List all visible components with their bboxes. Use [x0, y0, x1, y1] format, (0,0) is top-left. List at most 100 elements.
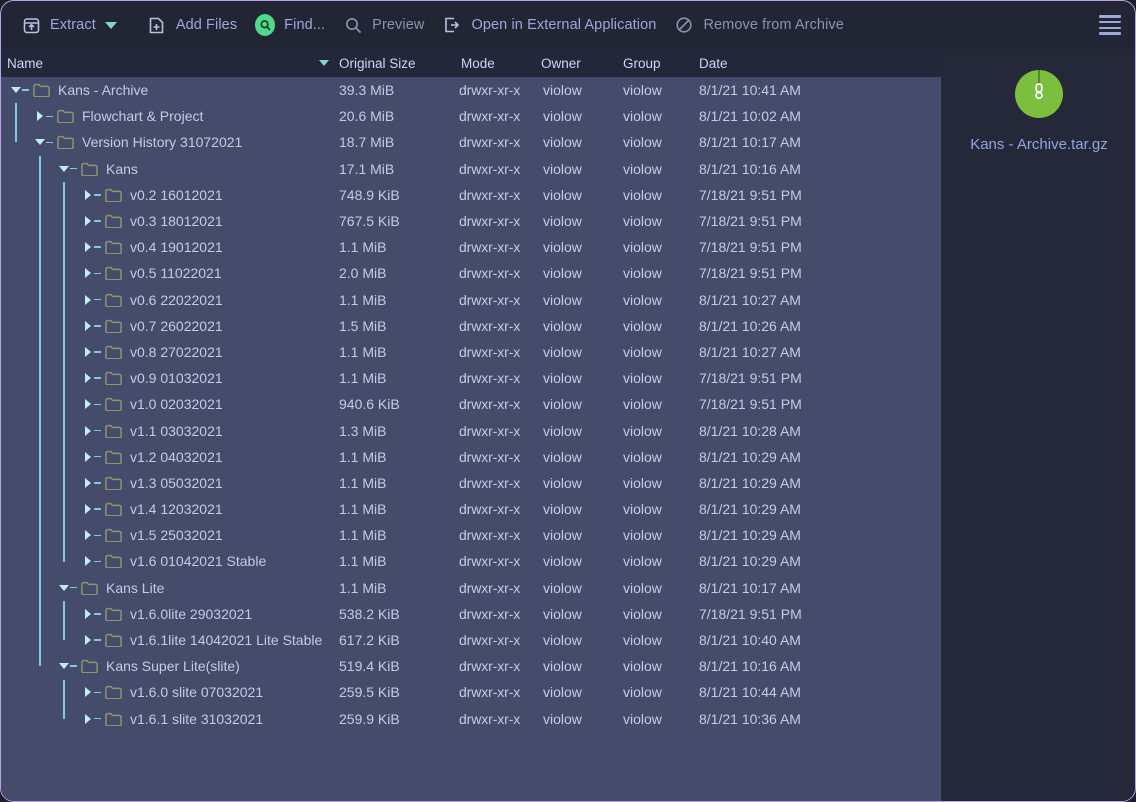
table-row[interactable]: v1.3 05032021 1.1 MiB drwxr-xr-x violow …: [1, 470, 941, 496]
table-row[interactable]: v1.0 02032021 940.6 KiB drwxr-xr-x violo…: [1, 391, 941, 417]
toolbar-button-preview[interactable]: Preview: [337, 9, 430, 41]
tree-expand-toggle[interactable]: [81, 706, 94, 732]
column-header-name[interactable]: Name: [7, 49, 43, 77]
row-name-cell[interactable]: v1.6.0 slite 07032021: [1, 679, 263, 705]
chevron-right-icon: [84, 399, 91, 410]
row-name-cell[interactable]: v0.8 27022021: [1, 339, 223, 365]
row-name-cell[interactable]: v1.3 05032021: [1, 470, 223, 496]
column-header-date[interactable]: Date: [699, 49, 728, 77]
row-name-cell[interactable]: Kans - Archive: [1, 77, 148, 103]
row-name-cell[interactable]: v0.2 16012021: [1, 182, 223, 208]
tree-expand-toggle[interactable]: [81, 182, 94, 208]
column-header-owner[interactable]: Owner: [541, 49, 581, 77]
tree-expand-toggle[interactable]: [81, 627, 94, 653]
table-row[interactable]: v0.2 16012021 748.9 KiB drwxr-xr-x violo…: [1, 182, 941, 208]
row-size-cell: 259.5 KiB: [339, 684, 400, 701]
row-name-cell[interactable]: Kans Super Lite(slite): [1, 653, 240, 679]
toolbar-button-open-in-external-application[interactable]: Open in External Application: [436, 9, 662, 41]
folder-icon: [79, 575, 99, 601]
table-row[interactable]: Version History 31072021 18.7 MiB drwxr-…: [1, 129, 941, 155]
tree-expand-toggle[interactable]: [81, 496, 94, 522]
tree-expand-toggle[interactable]: [81, 679, 94, 705]
row-name-cell[interactable]: Version History 31072021: [1, 129, 242, 155]
table-row[interactable]: v0.3 18012021 767.5 KiB drwxr-xr-x violo…: [1, 208, 941, 234]
column-header-mode[interactable]: Mode: [461, 49, 495, 77]
row-mode-cell: drwxr-xr-x: [459, 370, 521, 387]
row-name-cell[interactable]: v0.3 18012021: [1, 208, 223, 234]
table-row[interactable]: v0.4 19012021 1.1 MiB drwxr-xr-x violow …: [1, 234, 941, 260]
toolbar-button-add-files[interactable]: Add Files: [141, 9, 243, 41]
row-name-cell[interactable]: v1.4 12032021: [1, 496, 223, 522]
tree-expand-toggle[interactable]: [81, 470, 94, 496]
archive-gzip-icon-svg: [1015, 70, 1063, 118]
row-name-cell[interactable]: v1.0 02032021: [1, 391, 223, 417]
table-row[interactable]: Kans Lite 1.1 MiB drwxr-xr-x violow viol…: [1, 575, 941, 601]
row-name-cell[interactable]: v0.5 11022021: [1, 260, 222, 286]
tree-expand-toggle[interactable]: [81, 444, 94, 470]
tree-expand-toggle[interactable]: [81, 234, 94, 260]
table-row[interactable]: v0.6 22022021 1.1 MiB drwxr-xr-x violow …: [1, 287, 941, 313]
row-name-label: v0.6 22022021: [130, 291, 223, 308]
tree-expand-toggle[interactable]: [81, 313, 94, 339]
toolbar-button-find[interactable]: Find...: [249, 9, 331, 41]
table-row[interactable]: v1.4 12032021 1.1 MiB drwxr-xr-x violow …: [1, 496, 941, 522]
table-row[interactable]: v1.1 03032021 1.3 MiB drwxr-xr-x violow …: [1, 417, 941, 443]
tree-collapse-toggle[interactable]: [57, 156, 70, 182]
tree-expand-toggle[interactable]: [33, 103, 46, 129]
table-row[interactable]: v1.6.0 slite 07032021 259.5 KiB drwxr-xr…: [1, 679, 941, 705]
row-name-cell[interactable]: v1.6.1 slite 31032021: [1, 706, 263, 732]
table-row[interactable]: Kans 17.1 MiB drwxr-xr-x violow violow 8…: [1, 156, 941, 182]
row-name-cell[interactable]: v0.6 22022021: [1, 287, 223, 313]
table-row[interactable]: v1.6 01042021 Stable 1.1 MiB drwxr-xr-x …: [1, 548, 941, 574]
tree-expand-toggle[interactable]: [81, 417, 94, 443]
row-name-cell[interactable]: Flowchart & Project: [1, 103, 203, 129]
hamburger-menu-icon[interactable]: [1099, 15, 1121, 35]
row-name-cell[interactable]: v0.4 19012021: [1, 234, 223, 260]
row-name-cell[interactable]: v1.6.1lite 14042021 Lite Stable: [1, 627, 322, 653]
table-row[interactable]: v0.7 26022021 1.5 MiB drwxr-xr-x violow …: [1, 313, 941, 339]
tree-expand-toggle[interactable]: [81, 365, 94, 391]
column-header-group[interactable]: Group: [623, 49, 661, 77]
folder-icon: [103, 444, 123, 470]
table-row[interactable]: Flowchart & Project 20.6 MiB drwxr-xr-x …: [1, 103, 941, 129]
row-name-cell[interactable]: Kans: [1, 156, 138, 182]
row-name-cell[interactable]: v1.5 25032021: [1, 522, 223, 548]
tree-expand-toggle[interactable]: [81, 260, 94, 286]
row-size-cell: 1.1 MiB: [339, 370, 387, 387]
sort-descending-icon[interactable]: [319, 60, 329, 66]
row-name-cell[interactable]: v0.9 01032021: [1, 365, 223, 391]
table-row[interactable]: Kans - Archive 39.3 MiB drwxr-xr-x violo…: [1, 77, 941, 103]
chevron-down-icon[interactable]: [104, 21, 117, 29]
row-name-cell[interactable]: v1.1 03032021: [1, 417, 223, 443]
tree-expand-toggle[interactable]: [81, 522, 94, 548]
tree-collapse-toggle[interactable]: [33, 129, 46, 155]
table-row[interactable]: v1.6.0lite 29032021 538.2 KiB drwxr-xr-x…: [1, 601, 941, 627]
table-row[interactable]: Kans Super Lite(slite) 519.4 KiB drwxr-x…: [1, 653, 941, 679]
tree-expand-toggle[interactable]: [81, 548, 94, 574]
row-name-cell[interactable]: v0.7 26022021: [1, 313, 223, 339]
row-owner-cell: violow: [543, 370, 582, 387]
file-list-pane[interactable]: Name Original Size Mode Owner Group Date: [1, 49, 941, 801]
tree-collapse-toggle[interactable]: [57, 575, 70, 601]
tree-expand-toggle[interactable]: [81, 339, 94, 365]
row-name-cell[interactable]: v1.6 01042021 Stable: [1, 548, 266, 574]
row-name-cell[interactable]: v1.2 04032021: [1, 444, 223, 470]
table-row[interactable]: v1.2 04032021 1.1 MiB drwxr-xr-x violow …: [1, 444, 941, 470]
tree-expand-toggle[interactable]: [81, 601, 94, 627]
column-header-size[interactable]: Original Size: [339, 49, 416, 77]
toolbar-button-extract[interactable]: Extract: [15, 9, 123, 41]
row-name-cell[interactable]: Kans Lite: [1, 575, 164, 601]
table-row[interactable]: v0.8 27022021 1.1 MiB drwxr-xr-x violow …: [1, 339, 941, 365]
tree-collapse-toggle[interactable]: [57, 653, 70, 679]
tree-expand-toggle[interactable]: [81, 287, 94, 313]
tree-expand-toggle[interactable]: [81, 208, 94, 234]
toolbar-button-remove-from-archive[interactable]: Remove from Archive: [668, 9, 850, 41]
table-row[interactable]: v1.6.1lite 14042021 Lite Stable 617.2 Ki…: [1, 627, 941, 653]
tree-collapse-toggle[interactable]: [9, 77, 22, 103]
table-row[interactable]: v1.5 25032021 1.1 MiB drwxr-xr-x violow …: [1, 522, 941, 548]
table-row[interactable]: v1.6.1 slite 31032021 259.9 KiB drwxr-xr…: [1, 706, 941, 732]
row-group-cell: violow: [623, 213, 662, 230]
table-row[interactable]: v0.5 11022021 2.0 MiB drwxr-xr-x violow …: [1, 260, 941, 286]
table-row[interactable]: v0.9 01032021 1.1 MiB drwxr-xr-x violow …: [1, 365, 941, 391]
tree-expand-toggle[interactable]: [81, 391, 94, 417]
